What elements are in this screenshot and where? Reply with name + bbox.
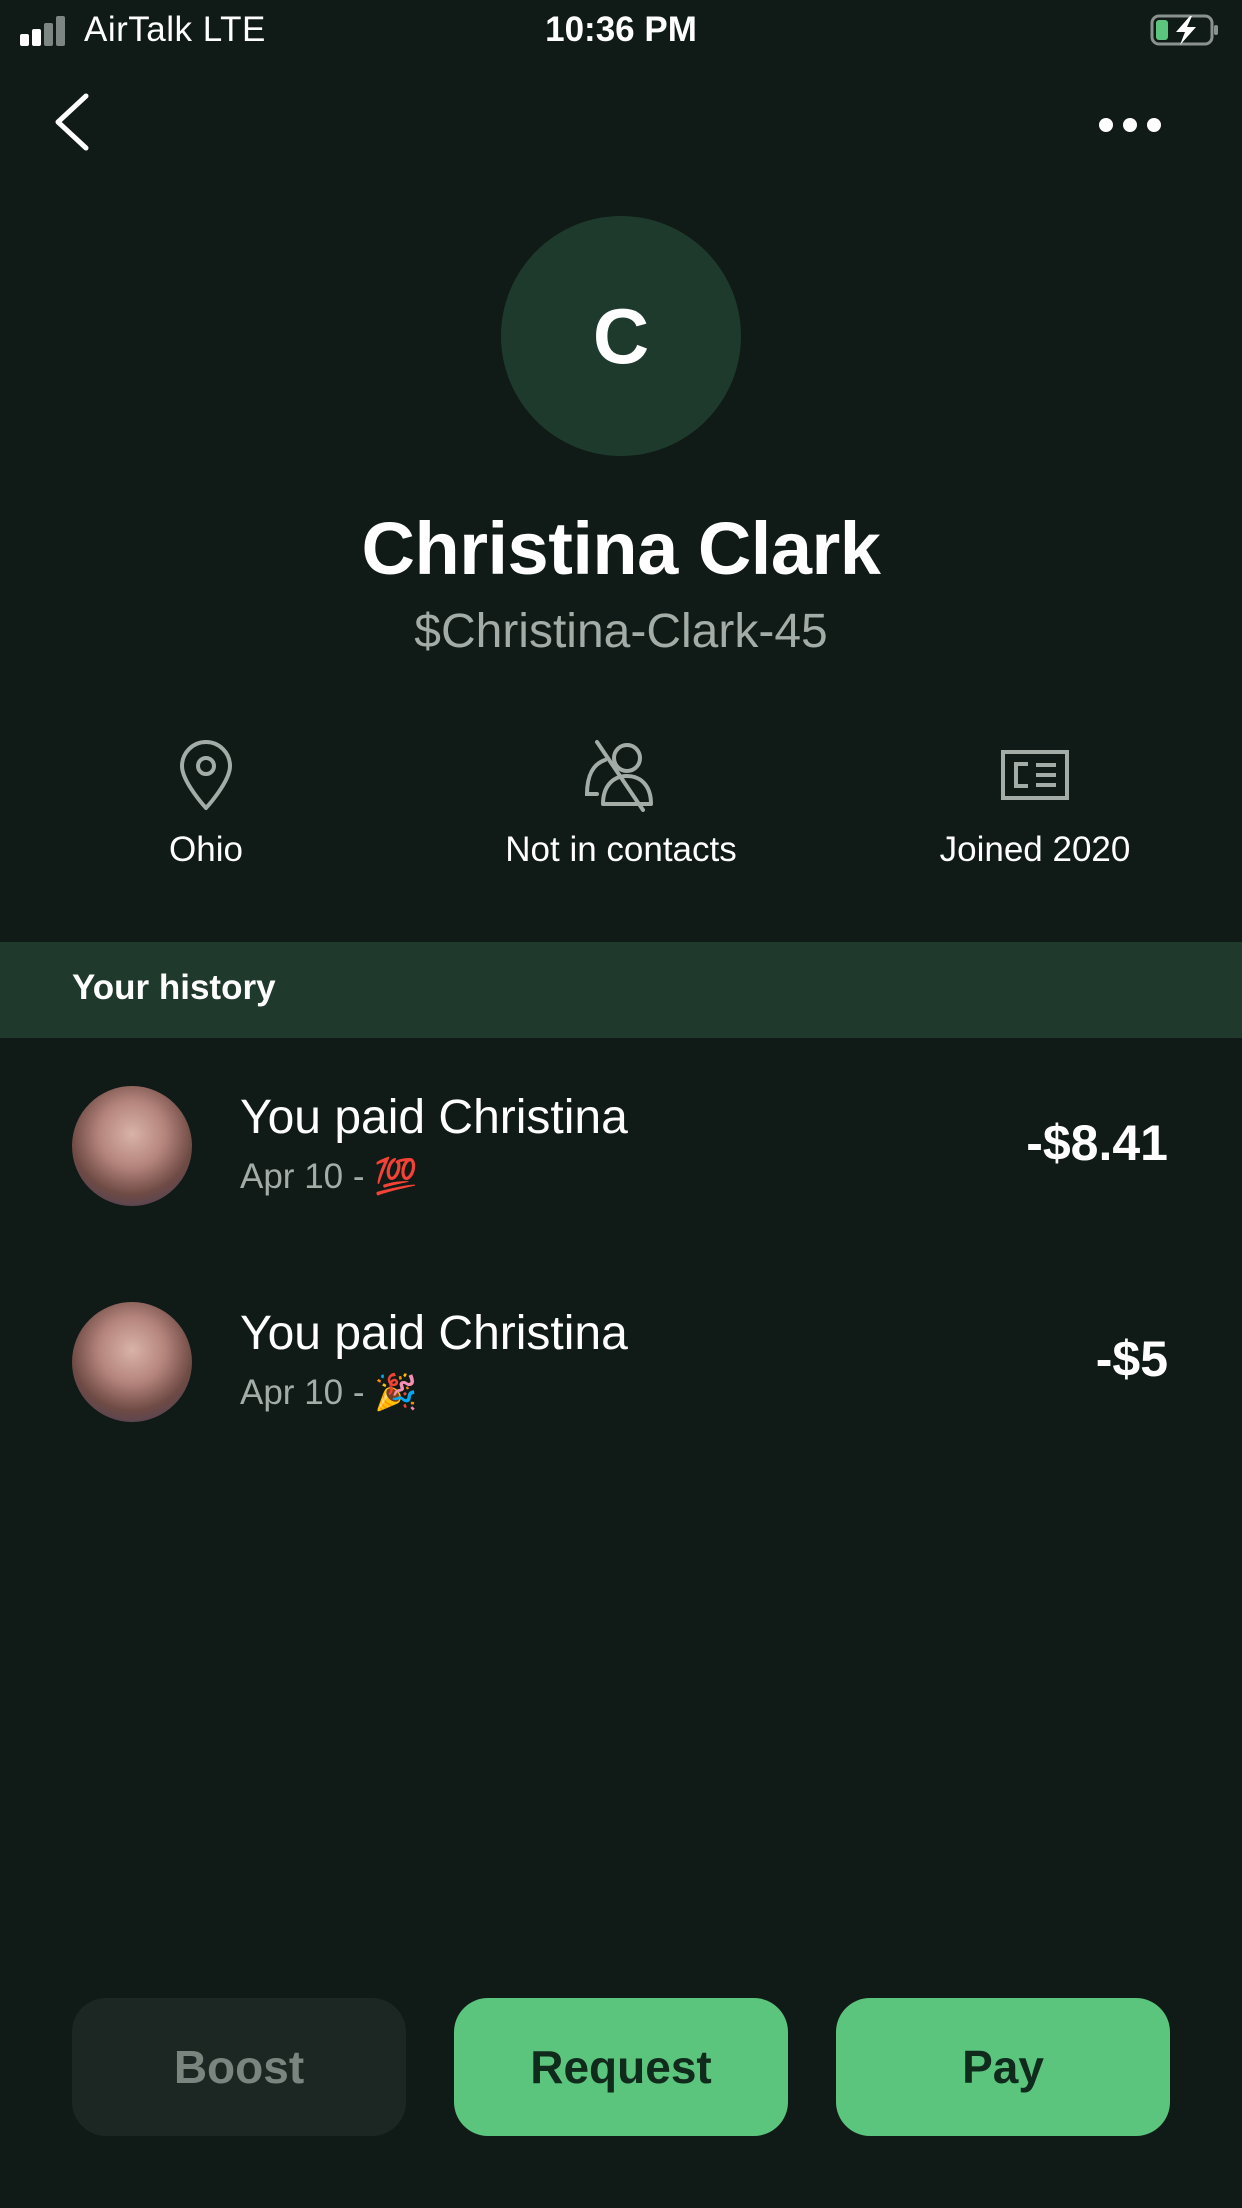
profile-name: Christina Clark [361, 507, 881, 590]
profile-avatar: C [501, 216, 741, 456]
battery-charging-icon [1150, 14, 1218, 46]
joined-label: Joined 2020 [939, 830, 1131, 869]
status-time: 10:36 PM [545, 10, 697, 49]
history-header: Your history [0, 942, 1242, 1038]
location-label: Ohio [169, 830, 243, 869]
boost-button[interactable]: Boost [72, 1998, 406, 2136]
info-contacts: Not in contacts [421, 738, 821, 870]
profile-cashtag: $Christina-Clark-45 [414, 605, 828, 658]
contacts-status-label: Not in contacts [505, 830, 737, 869]
more-options-button[interactable] [1090, 100, 1170, 150]
request-button[interactable]: Request [454, 1998, 788, 2136]
history-item[interactable]: You paid Christina Apr 10 - 💯 -$8.41 [0, 1060, 1242, 1260]
back-button[interactable] [40, 82, 110, 162]
history-item-subtitle: Apr 10 - 🎉 [240, 1372, 418, 1413]
history-item-subtitle: Apr 10 - 💯 [240, 1156, 418, 1197]
contact-photo [72, 1086, 192, 1206]
chevron-left-icon [55, 93, 89, 151]
not-in-contacts-icon [584, 740, 653, 812]
party-popper-emoji: 🎉 [374, 1373, 418, 1412]
pay-button[interactable]: Pay [836, 1998, 1170, 2136]
history-item[interactable]: You paid Christina Apr 10 - 🎉 -$5 [0, 1276, 1242, 1476]
history-title: Your history [72, 968, 276, 1007]
hundred-points-emoji: 💯 [374, 1157, 418, 1196]
history-item-amount: -$5 [1095, 1331, 1168, 1387]
history-item-title: You paid Christina [240, 1091, 628, 1144]
status-bar: AirTalk LTE 10:36 PM [0, 0, 1242, 62]
info-joined: Joined 2020 [835, 738, 1235, 870]
info-location: Ohio [6, 738, 406, 870]
location-pin-icon [180, 740, 232, 810]
id-card-icon [1001, 750, 1069, 800]
contact-photo [72, 1302, 192, 1422]
history-item-date: Apr 10 - [240, 1157, 375, 1196]
ellipsis-icon [1099, 118, 1161, 132]
history-item-amount: -$8.41 [1026, 1115, 1168, 1171]
history-item-title: You paid Christina [240, 1307, 628, 1360]
history-item-date: Apr 10 - [240, 1373, 375, 1412]
